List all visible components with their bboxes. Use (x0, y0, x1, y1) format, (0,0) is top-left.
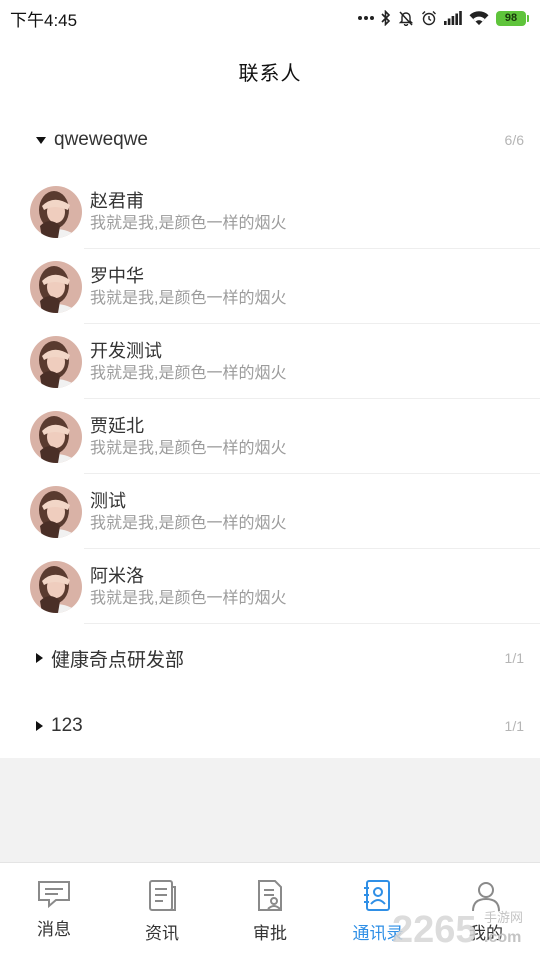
avatar (30, 485, 82, 538)
tab-contacts[interactable]: 通讯录 (324, 863, 432, 960)
contact-signature: 我就是我,是颜色一样的烟火 (90, 439, 287, 457)
group-count: 1/1 (504, 650, 524, 666)
contact-name: 阿米洛 (90, 565, 144, 586)
tab-label: 消息 (37, 920, 71, 939)
alarm-icon (421, 10, 437, 26)
status-bar: 下午4:45 98 (0, 0, 540, 36)
signal-icon (444, 11, 462, 25)
avatar (30, 185, 82, 238)
empty-area (0, 758, 540, 862)
tab-news[interactable]: 资讯 (108, 863, 216, 960)
contact-item[interactable]: 开发测试 我就是我,是颜色一样的烟火 (0, 324, 540, 399)
wifi-icon (469, 10, 489, 26)
contact-name: 测试 (90, 490, 126, 511)
more-dots-icon (358, 15, 374, 21)
contact-name: 赵君甫 (90, 190, 144, 211)
group-name: qweweqwe (54, 129, 148, 150)
tab-label: 审批 (253, 924, 287, 943)
contact-signature: 我就是我,是颜色一样的烟火 (90, 289, 287, 307)
group-name: 123 (51, 715, 83, 736)
message-icon (36, 879, 72, 909)
contact-item[interactable]: 赵君甫 我就是我,是颜色一样的烟火 (0, 174, 540, 249)
tab-label: 通讯录 (352, 924, 404, 943)
contact-name: 贾延北 (90, 415, 144, 436)
group-header-123[interactable]: 123 1/1 (0, 692, 540, 760)
caret-down-icon (36, 136, 46, 144)
contact-signature: 我就是我,是颜色一样的烟火 (90, 589, 287, 607)
news-icon (146, 879, 178, 913)
group-header-dept[interactable]: 健康奇点研发部 1/1 (0, 624, 540, 692)
tab-profile[interactable]: 我的 (432, 863, 540, 960)
caret-right-icon (36, 653, 43, 663)
avatar (30, 560, 82, 613)
contact-signature: 我就是我,是颜色一样的烟火 (90, 214, 287, 232)
group-count: 1/1 (504, 718, 524, 734)
contact-item[interactable]: 贾延北 我就是我,是颜色一样的烟火 (0, 399, 540, 474)
avatar (30, 335, 82, 388)
bottom-tab-bar: 消息 资讯 审批 通讯录 我的 (0, 862, 540, 960)
contact-item[interactable]: 罗中华 我就是我,是颜色一样的烟火 (0, 249, 540, 324)
tab-label: 我的 (469, 924, 503, 943)
avatar (30, 410, 82, 463)
status-time: 下午4:45 (10, 10, 78, 30)
group-header-qweweqwe[interactable]: qweweqwe 6/6 (0, 106, 540, 174)
header: 联系人 (0, 36, 540, 106)
tab-messages[interactable]: 消息 (0, 863, 108, 960)
profile-icon (470, 879, 502, 913)
avatar (30, 260, 82, 313)
tab-approval[interactable]: 审批 (216, 863, 324, 960)
contacts-icon (362, 879, 394, 913)
status-icons: 98 (358, 10, 529, 26)
contact-signature: 我就是我,是颜色一样的烟火 (90, 514, 287, 532)
group-name: 健康奇点研发部 (51, 649, 185, 671)
contact-item[interactable]: 阿米洛 我就是我,是颜色一样的烟火 (0, 549, 540, 624)
caret-right-icon (36, 721, 43, 731)
battery-level: 98 (504, 12, 518, 24)
contact-signature: 我就是我,是颜色一样的烟火 (90, 364, 287, 382)
contact-name: 开发测试 (90, 340, 162, 361)
tab-label: 资讯 (145, 924, 179, 943)
page-title: 联系人 (238, 62, 302, 85)
contact-name: 罗中华 (90, 265, 144, 286)
approval-icon (254, 879, 286, 913)
contact-item[interactable]: 测试 我就是我,是颜色一样的烟火 (0, 474, 540, 549)
bluetooth-icon (381, 10, 391, 26)
contact-list: qweweqwe 6/6 赵君甫 我就是我,是颜色一样的烟火 罗中华 我就是我,… (0, 106, 540, 758)
group-count: 6/6 (504, 132, 524, 148)
mute-icon (398, 10, 414, 26)
battery-icon: 98 (496, 10, 529, 26)
